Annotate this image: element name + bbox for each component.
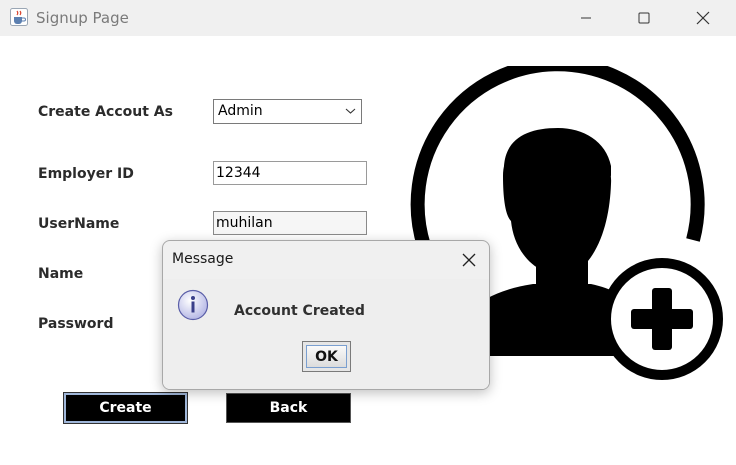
close-icon [696, 11, 710, 25]
message-dialog: Message Account Created OK [162, 240, 490, 390]
signup-window: Signup Page Create Accout As Employer ID… [0, 0, 736, 465]
title-bar[interactable]: Signup Page [0, 0, 736, 36]
ok-button[interactable]: OK [302, 341, 351, 372]
password-label: Password [38, 316, 114, 332]
back-button[interactable]: Back [226, 393, 351, 423]
information-icon [177, 289, 209, 321]
create-button-label: Create [99, 400, 152, 416]
username-input[interactable] [213, 211, 367, 235]
close-button[interactable] [674, 0, 732, 36]
account-type-value: Admin [218, 103, 263, 119]
name-label: Name [38, 266, 84, 282]
maximize-icon [638, 12, 650, 24]
dialog-message: Account Created [234, 303, 365, 319]
dialog-title: Message [172, 251, 234, 267]
create-button[interactable]: Create [63, 392, 188, 424]
account-type-select[interactable]: Admin [213, 99, 362, 124]
username-label: UserName [38, 216, 120, 232]
chevron-down-icon [345, 108, 356, 114]
window-title: Signup Page [36, 9, 129, 27]
maximize-button[interactable] [615, 0, 673, 36]
back-button-label: Back [269, 400, 308, 416]
employer-id-input[interactable] [213, 161, 367, 185]
minimize-icon [581, 17, 591, 19]
employer-id-label: Employer ID [38, 166, 134, 182]
java-cup-icon [10, 8, 28, 26]
ok-button-label: OK [306, 345, 347, 368]
dialog-body: Account Created OK [163, 279, 489, 389]
minimize-button[interactable] [557, 0, 615, 36]
close-icon[interactable] [459, 250, 479, 270]
account-type-label: Create Accout As [38, 104, 173, 120]
